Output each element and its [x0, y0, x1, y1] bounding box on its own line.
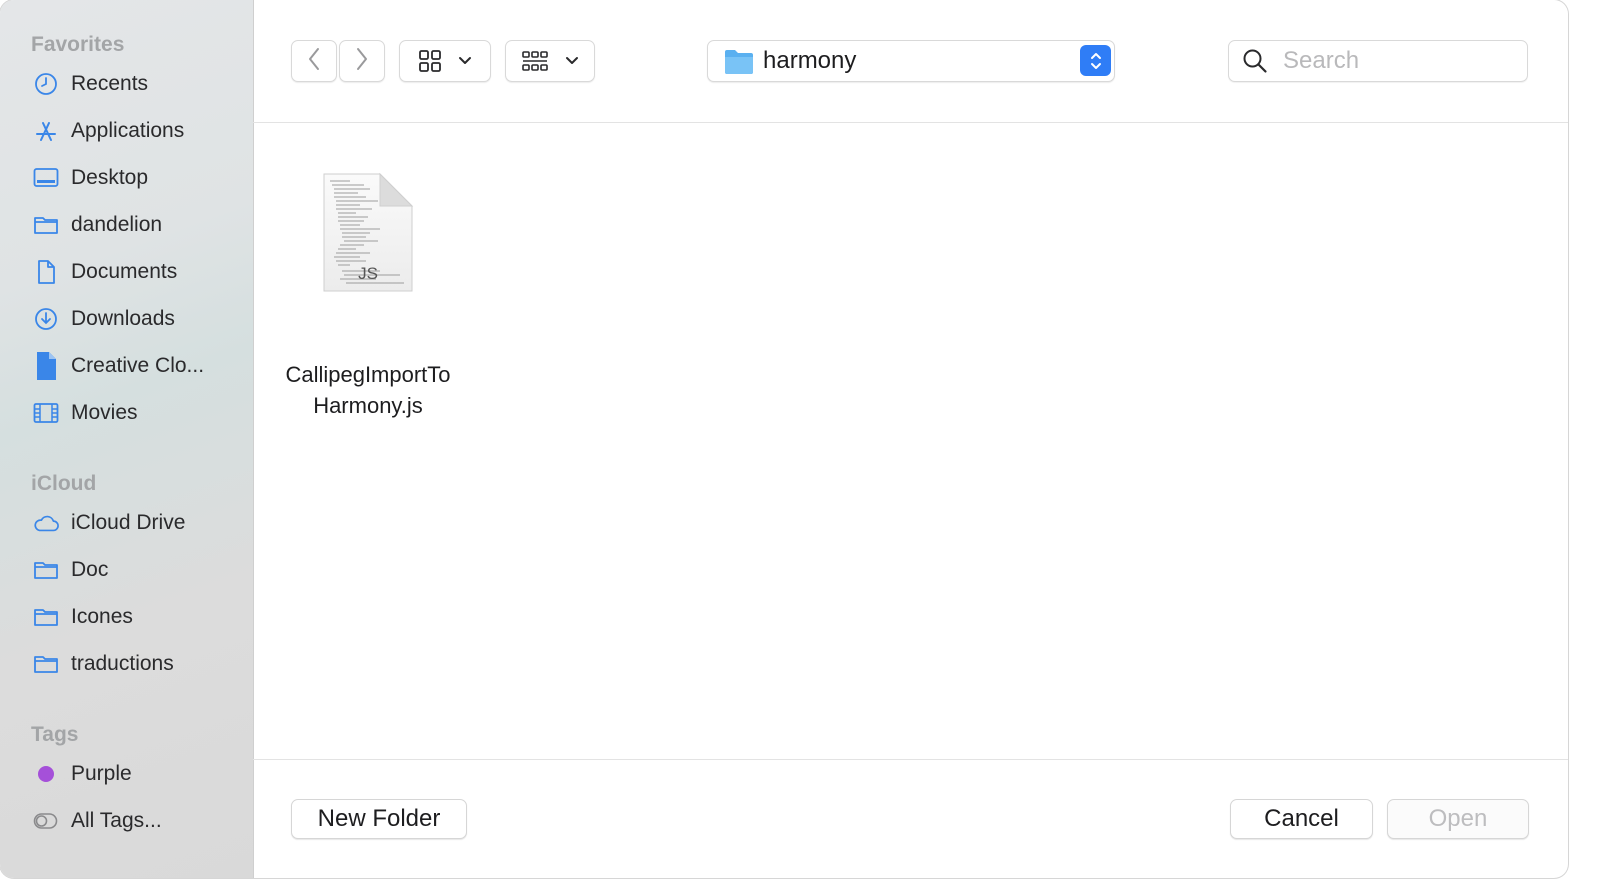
group-by-button[interactable]	[505, 40, 595, 82]
sidebar-item-label: Purple	[71, 762, 132, 785]
location-popup[interactable]: harmony	[707, 40, 1115, 82]
clock-icon	[33, 71, 59, 97]
cancel-button[interactable]: Cancel	[1230, 799, 1373, 839]
stepper-icon	[1080, 45, 1111, 76]
applications-icon	[33, 118, 59, 144]
sidebar-item-label: Recents	[71, 72, 149, 95]
download-icon	[33, 306, 59, 332]
folder-icon	[33, 557, 59, 583]
chevron-down-icon	[565, 56, 579, 66]
sidebar-item-dandelion[interactable]: dandelion	[0, 205, 253, 245]
file-item[interactable]: JS CallipegImportTo Harmony.js	[268, 171, 468, 418]
sidebar-item-traductions[interactable]: traductions	[0, 644, 253, 684]
all-tags-icon	[33, 808, 59, 834]
search-field[interactable]	[1228, 40, 1528, 82]
sidebar-item-label: Movies	[71, 401, 138, 424]
sidebar-item-doc[interactable]: Doc	[0, 550, 253, 590]
purple-tag-icon	[33, 761, 59, 787]
sidebar-item-label: Doc	[71, 558, 109, 581]
group-icon	[521, 49, 549, 73]
sidebar-item-label: Downloads	[71, 307, 175, 330]
desktop-icon	[33, 165, 59, 191]
chevron-down-icon	[458, 56, 472, 66]
section-title-favorites: Favorites	[31, 33, 125, 56]
sidebar-item-icloud-drive[interactable]: iCloud Drive	[0, 503, 253, 543]
folder-icon	[33, 651, 59, 677]
file-name-line: CallipegImportTo	[285, 362, 451, 387]
folder-icon	[33, 604, 59, 630]
sidebar-item-label: iCloud Drive	[71, 511, 186, 534]
back-button[interactable]	[291, 40, 337, 82]
open-button[interactable]: Open	[1387, 799, 1529, 839]
file-name-line: Harmony.js	[313, 393, 423, 418]
chevron-left-icon	[307, 47, 321, 76]
file-icon	[33, 352, 59, 380]
open-file-dialog: Favorites Recents Applications Desktop d…	[0, 0, 1568, 878]
new-folder-button[interactable]: New Folder	[291, 799, 467, 839]
sidebar-item-label: Desktop	[71, 166, 149, 189]
sidebar-item-label: traductions	[71, 652, 174, 675]
forward-button[interactable]	[339, 40, 385, 82]
sidebar-item-label: dandelion	[71, 213, 163, 236]
sidebar-item-desktop[interactable]: Desktop	[0, 158, 253, 198]
sidebar-item-tag-purple[interactable]: Purple	[0, 754, 253, 794]
sidebar-item-all-tags[interactable]: All Tags...	[0, 801, 253, 841]
location-name: harmony	[763, 47, 857, 74]
file-browser: JS CallipegImportTo Harmony.js	[253, 123, 1568, 759]
toolbar: harmony	[253, 0, 1568, 123]
search-input[interactable]	[1281, 45, 1515, 77]
sidebar-item-label: Documents	[71, 260, 178, 283]
dialog-footer: New Folder Cancel Open	[253, 759, 1568, 878]
sidebar-item-label: Applications	[71, 119, 185, 142]
sidebar-item-recents[interactable]: Recents	[0, 64, 253, 104]
chevron-right-icon	[355, 47, 369, 76]
sidebar-item-movies[interactable]: Movies	[0, 393, 253, 433]
cloud-icon	[33, 510, 59, 536]
sidebar: Favorites Recents Applications Desktop d…	[0, 0, 254, 878]
search-icon	[1242, 48, 1268, 79]
js-file-icon: JS	[323, 172, 414, 292]
folder-icon	[724, 47, 754, 80]
folder-icon	[33, 212, 59, 238]
sidebar-item-downloads[interactable]: Downloads	[0, 299, 253, 339]
sidebar-item-label: Creative Clo...	[71, 354, 205, 377]
sidebar-item-icones[interactable]: Icones	[0, 597, 253, 637]
icon-view-icon	[418, 49, 442, 73]
sidebar-item-label: Icones	[71, 605, 133, 628]
section-title-tags: Tags	[31, 723, 79, 746]
sidebar-item-creative-cloud[interactable]: Creative Clo...	[0, 346, 253, 386]
sidebar-item-applications[interactable]: Applications	[0, 111, 253, 151]
view-mode-button[interactable]	[399, 40, 491, 82]
sidebar-item-label: All Tags...	[71, 809, 162, 832]
section-title-icloud: iCloud	[31, 472, 97, 495]
film-icon	[33, 400, 59, 426]
document-icon	[33, 259, 59, 285]
sidebar-item-documents[interactable]: Documents	[0, 252, 253, 292]
file-name: CallipegImportTo Harmony.js	[268, 359, 468, 421]
file-type-badge: JS	[358, 264, 378, 283]
